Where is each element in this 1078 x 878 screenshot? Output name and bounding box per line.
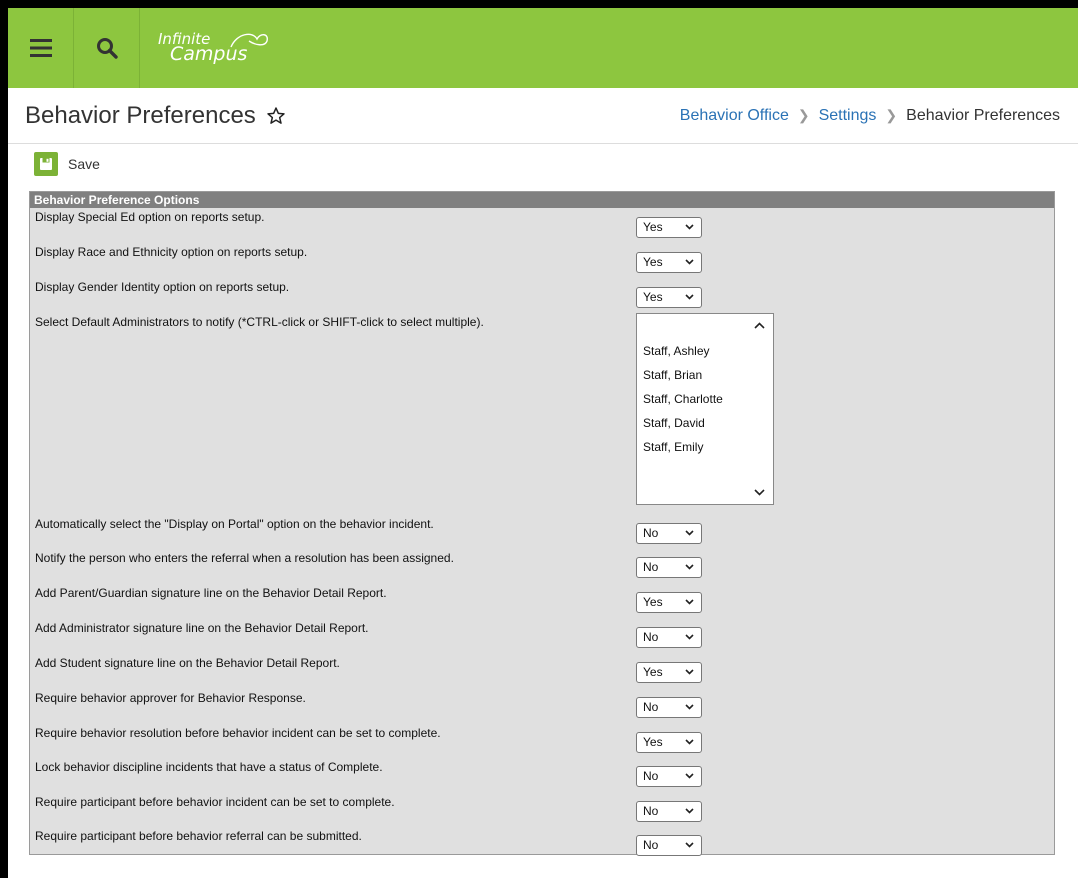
breadcrumb: Behavior Office ❯ Settings ❯ Behavior Pr…: [680, 107, 1060, 125]
save-label: Save: [68, 156, 100, 172]
breadcrumb-behavior-office[interactable]: Behavior Office: [680, 107, 789, 125]
select-value: Yes: [643, 595, 663, 609]
preference-label: Notify the person who enters the referra…: [35, 551, 454, 565]
preference-select[interactable]: Yes: [636, 217, 702, 238]
star-icon[interactable]: [266, 106, 286, 126]
preference-select[interactable]: Yes: [636, 287, 702, 308]
preference-label: Require participant before behavior inci…: [35, 795, 395, 809]
chevron-down-icon: [685, 599, 694, 605]
top-nav-bar: Infinite Campus: [8, 8, 1078, 88]
preference-select[interactable]: No: [636, 627, 702, 648]
select-value: Yes: [643, 255, 663, 269]
page-title: Behavior Preferences: [25, 102, 286, 130]
panel-title: Behavior Preference Options: [30, 192, 1054, 208]
infinite-campus-logo: Infinite Campus: [140, 8, 271, 88]
preference-label: Select Default Administrators to notify …: [35, 315, 484, 329]
list-item[interactable]: Staff, David: [643, 411, 723, 435]
action-bar: Save: [8, 144, 1078, 184]
chevron-down-icon: [685, 224, 694, 230]
chevron-down-icon: [685, 704, 694, 710]
menu-icon: [29, 39, 52, 57]
list-item[interactable]: Staff, Charlotte: [643, 387, 723, 411]
chevron-down-icon: [685, 530, 694, 536]
search-button[interactable]: [74, 8, 140, 88]
chevron-down-icon: [685, 294, 694, 300]
preference-select[interactable]: Yes: [636, 732, 702, 753]
save-button[interactable]: Save: [34, 152, 100, 176]
preference-label: Require participant before behavior refe…: [35, 829, 362, 843]
preference-select[interactable]: No: [636, 697, 702, 718]
select-value: Yes: [643, 220, 663, 234]
chevron-down-icon: [685, 634, 694, 640]
app-window: Infinite Campus Behavior Preferences Beh…: [8, 8, 1078, 878]
default-administrators-listbox[interactable]: Staff, Ashley Staff, Brian Staff, Charlo…: [636, 313, 774, 505]
preference-label: Display Race and Ethnicity option on rep…: [35, 245, 308, 259]
list-item[interactable]: Staff, Brian: [643, 363, 723, 387]
chevron-down-icon: [685, 669, 694, 675]
preference-label: Add Parent/Guardian signature line on th…: [35, 586, 387, 600]
select-value: Yes: [643, 290, 663, 304]
page-title-text: Behavior Preferences: [25, 101, 256, 129]
logo-swoosh-icon: [230, 33, 269, 48]
list-item[interactable]: Staff, Emily: [643, 435, 723, 459]
chevron-down-icon: [685, 808, 694, 814]
preference-select[interactable]: No: [636, 557, 702, 578]
preference-label: Add Administrator signature line on the …: [35, 621, 369, 635]
breadcrumb-separator-icon: ❯: [797, 107, 810, 123]
preference-select[interactable]: No: [636, 766, 702, 787]
select-value: No: [643, 838, 659, 852]
preference-label: Add Student signature line on the Behavi…: [35, 656, 340, 670]
administrator-options: Staff, Ashley Staff, Brian Staff, Charlo…: [643, 339, 723, 459]
breadcrumb-current: Behavior Preferences: [906, 106, 1060, 124]
preference-label: Display Gender Identity option on report…: [35, 280, 290, 294]
preference-label: Lock behavior discipline incidents that …: [35, 760, 383, 774]
preference-label: Display Special Ed option on reports set…: [35, 210, 265, 224]
chevron-up-icon[interactable]: [754, 322, 765, 329]
select-value: No: [643, 804, 659, 818]
preference-select[interactable]: No: [636, 835, 702, 856]
breadcrumb-settings[interactable]: Settings: [819, 107, 877, 125]
chevron-down-icon: [685, 739, 694, 745]
select-value: No: [643, 560, 659, 574]
preference-select[interactable]: Yes: [636, 592, 702, 613]
chevron-down-icon: [685, 564, 694, 570]
preference-select[interactable]: No: [636, 801, 702, 822]
chevron-down-icon: [685, 259, 694, 265]
select-value: No: [643, 769, 659, 783]
select-value: No: [643, 526, 659, 540]
chevron-down-icon[interactable]: [754, 489, 765, 496]
search-icon: [96, 38, 118, 59]
chevron-down-icon: [685, 842, 694, 848]
chevron-down-icon: [685, 773, 694, 779]
preference-label: Require behavior approver for Behavior R…: [35, 691, 306, 705]
page-header: Behavior Preferences Behavior Office ❯ S…: [8, 88, 1078, 144]
menu-button[interactable]: [8, 8, 74, 88]
preference-select[interactable]: Yes: [636, 252, 702, 273]
select-value: No: [643, 700, 659, 714]
save-icon: [34, 152, 58, 176]
select-value: Yes: [643, 735, 663, 749]
behavior-preference-options-panel: Behavior Preference Options Display Spec…: [29, 191, 1055, 856]
preference-label: Require behavior resolution before behav…: [35, 726, 441, 740]
select-value: Yes: [643, 665, 663, 679]
preference-select[interactable]: Yes: [636, 662, 702, 683]
preference-select[interactable]: No: [636, 523, 702, 544]
breadcrumb-separator-icon: ❯: [885, 107, 898, 123]
select-value: No: [643, 630, 659, 644]
preference-label: Automatically select the "Display on Por…: [35, 517, 434, 531]
list-item[interactable]: Staff, Ashley: [643, 339, 723, 363]
